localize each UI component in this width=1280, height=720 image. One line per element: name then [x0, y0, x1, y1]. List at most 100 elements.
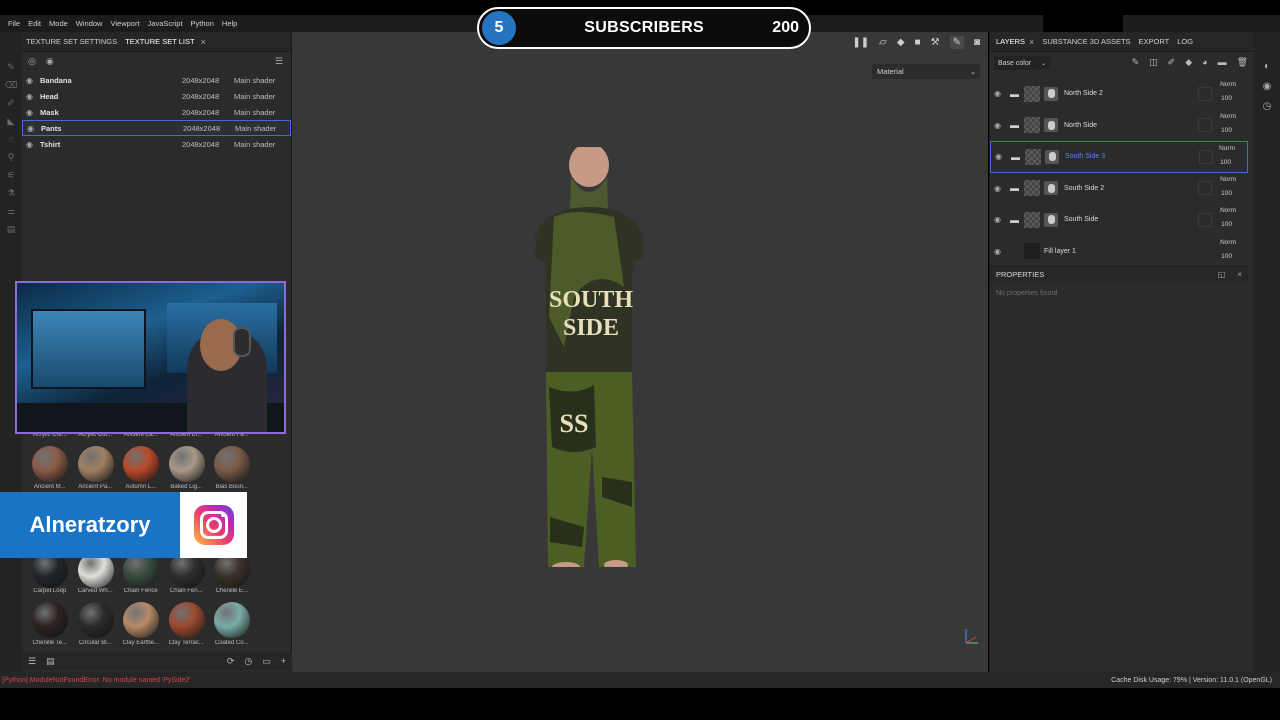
- hide-all-icon[interactable]: ◎: [28, 56, 36, 67]
- shelf-item-label[interactable]: Autumn L...: [118, 484, 164, 490]
- measure-tool-icon[interactable]: ⚌: [0, 202, 22, 220]
- add-folder-icon[interactable]: ▬: [1218, 57, 1227, 68]
- screenshot-icon[interactable]: ◙: [974, 37, 980, 48]
- layer-row[interactable]: ◉ ▬ South Side Norm 100: [990, 204, 1248, 236]
- status-error-message[interactable]: [Python] ModuleNotFoundError: No module …: [0, 677, 191, 684]
- menu-file[interactable]: File: [4, 19, 24, 28]
- visibility-eye-icon[interactable]: ◉: [26, 108, 40, 117]
- shelf-item-label[interactable]: Ancient M...: [27, 484, 73, 490]
- blend-mode-select[interactable]: Norm: [1220, 239, 1236, 246]
- material-preview-ball[interactable]: [168, 446, 205, 482]
- blend-mode-select[interactable]: Norm: [1220, 113, 1236, 120]
- channel-select[interactable]: Base color ⌄: [994, 56, 1050, 70]
- texture-set-row-mask[interactable]: ◉ Mask 2048x2048 Main shader: [22, 104, 291, 120]
- visibility-eye-icon[interactable]: ◉: [26, 76, 40, 85]
- shelf-item-label[interactable]: Clay Terrac...: [164, 640, 210, 646]
- mask-icon[interactable]: [1044, 118, 1058, 133]
- delete-layer-icon[interactable]: 🗑: [1237, 57, 1248, 68]
- layer-name[interactable]: South Side: [1064, 216, 1194, 223]
- visibility-eye-icon[interactable]: ◉: [994, 184, 1010, 193]
- menu-window[interactable]: Window: [72, 19, 107, 28]
- pause-icon[interactable]: ❚❚: [852, 37, 869, 48]
- layer-opacity[interactable]: 100: [1221, 190, 1232, 197]
- tools-icon[interactable]: ⚒: [931, 37, 940, 48]
- material-preview-ball[interactable]: [77, 446, 114, 482]
- tab-layers[interactable]: LAYERS: [992, 37, 1029, 46]
- texture-set-shader[interactable]: Main shader: [234, 92, 275, 101]
- texture-set-row-bandana[interactable]: ◉ Bandana 2048x2048 Main shader: [22, 72, 291, 88]
- camera-video-icon[interactable]: ■: [915, 37, 921, 48]
- undock-icon[interactable]: ◱: [1218, 270, 1226, 279]
- texture-set-shader[interactable]: Main shader: [234, 108, 275, 117]
- brush-tool-icon[interactable]: ✎: [0, 58, 22, 76]
- clone-tool-icon[interactable]: ⚲: [0, 148, 22, 166]
- shelf-item-label[interactable]: Circular Bl...: [73, 640, 119, 646]
- blend-mode-select[interactable]: Norm: [1220, 207, 1236, 214]
- texture-set-icon[interactable]: ▤: [0, 220, 22, 238]
- close-icon[interactable]: ×: [1237, 270, 1242, 279]
- add-smart-material-icon[interactable]: ◕: [1202, 57, 1207, 68]
- texture-set-row-tshirt[interactable]: ◉ Tshirt 2048x2048 Main shader: [22, 136, 291, 152]
- material-preview-ball[interactable]: [214, 602, 250, 638]
- layer-name[interactable]: Fill layer 1: [1044, 248, 1174, 255]
- material-preview-ball[interactable]: [32, 446, 68, 482]
- menu-viewport[interactable]: Viewport: [106, 19, 143, 28]
- menu-help[interactable]: Help: [218, 19, 241, 28]
- texture-set-row-pants[interactable]: ◉ Pants 2048x2048 Main shader: [22, 120, 291, 136]
- shelf-item-label[interactable]: Carpet Loop: [27, 588, 73, 594]
- bake-tool-icon[interactable]: ⚗: [0, 184, 22, 202]
- smudge-tool-icon[interactable]: ☝: [0, 130, 22, 148]
- folder-icon[interactable]: ▭: [262, 656, 271, 667]
- picker-tool-icon[interactable]: ⚟: [0, 166, 22, 184]
- tab-export[interactable]: EXPORT: [1135, 37, 1174, 46]
- shelf-item-label[interactable]: Coated Co...: [209, 640, 255, 646]
- history-icon[interactable]: ◷: [1254, 96, 1280, 116]
- filter-icon[interactable]: ▤: [46, 656, 55, 667]
- 3d-viewport[interactable]: ❚❚ ▱ ◆ ■ ⚒ ✎ ◙ Material ⌄ SOUTH SIDE SS: [292, 32, 988, 672]
- texture-set-shader[interactable]: Main shader: [234, 140, 275, 149]
- material-preview-ball[interactable]: [168, 602, 205, 638]
- history-icon[interactable]: ◷: [244, 656, 252, 667]
- visibility-eye-icon[interactable]: ◉: [27, 124, 41, 133]
- material-preview-ball[interactable]: [32, 602, 68, 638]
- shelf-item-label[interactable]: Chain Fence: [118, 588, 164, 594]
- material-preview-ball[interactable]: [123, 446, 159, 482]
- menu-javascript[interactable]: JavaScript: [144, 19, 187, 28]
- eraser-tool-icon[interactable]: ⌫: [0, 76, 22, 94]
- texture-set-shader[interactable]: Main shader: [234, 76, 275, 85]
- texture-set-shader[interactable]: Main shader: [235, 124, 276, 133]
- list-view-icon[interactable]: ☰: [28, 656, 36, 667]
- cube-icon[interactable]: ◆: [897, 37, 905, 48]
- mask-icon[interactable]: [1044, 86, 1058, 101]
- shelf-item-label[interactable]: Carved Wh...: [73, 588, 119, 594]
- shelf-item-label[interactable]: Baked Lig...: [164, 484, 210, 490]
- material-preview-ball[interactable]: [77, 602, 114, 638]
- layer-opacity[interactable]: 100: [1221, 221, 1232, 228]
- visibility-eye-icon[interactable]: ◉: [994, 247, 1010, 256]
- tab-substance-assets[interactable]: SUBSTANCE 3D ASSETS: [1038, 37, 1134, 46]
- mask-icon[interactable]: [1044, 181, 1058, 196]
- mask-icon[interactable]: [1045, 149, 1059, 164]
- visibility-eye-icon[interactable]: ◉: [994, 121, 1010, 130]
- visibility-eye-icon[interactable]: ◉: [26, 140, 40, 149]
- visibility-eye-icon[interactable]: ◉: [26, 92, 40, 101]
- layer-row[interactable]: ◉ ▬ North Side Norm 100: [990, 110, 1248, 142]
- projection-tool-icon[interactable]: ✐: [0, 94, 22, 112]
- tab-texture-set-list[interactable]: TEXTURE SET LIST: [121, 32, 198, 52]
- layer-row[interactable]: ◉ ▬ South Side 2 Norm 100: [990, 173, 1248, 205]
- shelf-item-label[interactable]: Chain Fen...: [164, 588, 210, 594]
- layer-name[interactable]: North Side: [1064, 122, 1194, 129]
- layer-opacity[interactable]: 100: [1221, 95, 1232, 102]
- refresh-icon[interactable]: ⟳: [227, 656, 235, 667]
- layer-name[interactable]: North Side 2: [1064, 90, 1194, 97]
- visibility-eye-icon[interactable]: ◉: [994, 89, 1010, 98]
- menu-lines-icon[interactable]: ☰: [275, 56, 283, 67]
- mask-icon[interactable]: [1044, 212, 1058, 227]
- shelf-item-label[interactable]: Chenille Te...: [27, 640, 73, 646]
- eye-icon[interactable]: ◉: [46, 56, 54, 67]
- display-settings-icon[interactable]: ◉: [1254, 76, 1280, 96]
- layer-row[interactable]: ◉ ▬ North Side 2 Norm 100: [990, 78, 1248, 110]
- shelf-item-label[interactable]: Ancient Pa...: [73, 484, 119, 490]
- layer-name[interactable]: South Side 3: [1065, 153, 1195, 160]
- add-mask-icon[interactable]: ◫: [1149, 57, 1158, 68]
